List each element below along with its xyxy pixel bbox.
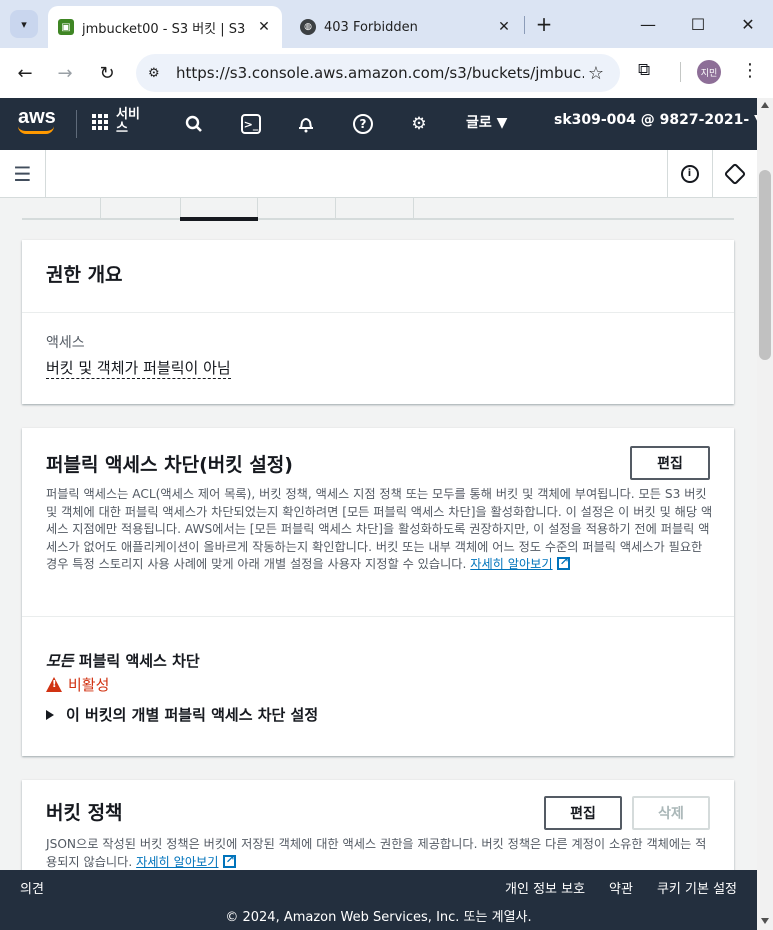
- globe-icon: ◍: [300, 19, 316, 35]
- minimize-icon[interactable]: —: [634, 10, 662, 38]
- delete-bucket-policy-button[interactable]: 삭제: [632, 796, 710, 830]
- feedback-link[interactable]: 의견: [20, 878, 44, 897]
- block-all-emphasis: 모든: [46, 652, 74, 670]
- search-icon[interactable]: [182, 112, 206, 136]
- profile-avatar[interactable]: 지민: [697, 60, 721, 84]
- page-scrollbar[interactable]: [757, 98, 773, 930]
- external-link-icon: [222, 851, 236, 868]
- cookie-preferences-link[interactable]: 쿠키 기본 설정: [657, 878, 737, 897]
- copyright-text: © 2024, Amazon Web Services, Inc. 또는 계열사…: [225, 910, 532, 925]
- footer-links: 개인 정보 보호 약관 쿠키 기본 설정: [505, 878, 737, 897]
- block-public-access-title: 퍼블릭 액세스 차단(버킷 설정): [46, 454, 293, 476]
- info-panel-button[interactable]: i: [667, 150, 711, 197]
- console-footer: 의견 개인 정보 보호 약관 쿠키 기본 설정 © 2024, Amazon W…: [0, 870, 757, 930]
- back-arrow-icon[interactable]: ←: [12, 60, 38, 86]
- hamburger-menu-icon[interactable]: ☰: [0, 150, 46, 197]
- tab-divider: [413, 198, 414, 218]
- info-icon: i: [680, 164, 699, 183]
- services-menu-button[interactable]: 서비스: [92, 108, 142, 136]
- help-icon[interactable]: ?: [351, 112, 375, 136]
- region-selector[interactable]: 글로 ▼: [466, 112, 507, 132]
- scrollbar-thumb[interactable]: [759, 170, 771, 360]
- tab-title: 403 Forbidden: [324, 19, 418, 35]
- caret-right-icon: [46, 709, 54, 720]
- grid-icon: [92, 114, 108, 130]
- warning-icon: [46, 677, 62, 692]
- gear-icon[interactable]: ⚙: [407, 112, 431, 136]
- toolbar-separator: [680, 62, 681, 82]
- bucket-tabs-underline: [22, 198, 734, 221]
- url-input[interactable]: ⚙ https://s3.console.aws.amazon.com/s3/b…: [136, 54, 620, 92]
- close-window-icon[interactable]: ✕: [734, 10, 762, 38]
- block-public-access-card: 퍼블릭 액세스 차단(버킷 설정) 편집 퍼블릭 액세스는 ACL(액세스 제어…: [22, 428, 734, 756]
- aws-top-nav: aws 서비스 >_ ? ⚙ 글로 ▼ sk309-004 @ 9827-202…: [0, 98, 765, 150]
- address-bar-row: ← → ↻ ⚙ https://s3.console.aws.amazon.co…: [0, 48, 773, 98]
- access-value[interactable]: 버킷 및 객체가 퍼블릭이 아님: [46, 358, 231, 379]
- main-content: 권한 개요 액세스 버킷 및 객체가 퍼블릭이 아님 퍼블릭 액세스 차단(버킷…: [0, 198, 757, 870]
- terms-link[interactable]: 약관: [609, 878, 633, 897]
- tab-search-button[interactable]: ▾: [10, 10, 38, 38]
- learn-more-label: 자세히 알아보기: [136, 854, 219, 869]
- aws-logo[interactable]: aws: [18, 106, 60, 142]
- tab-divider: [100, 198, 101, 218]
- url-text: https://s3.console.aws.amazon.com/s3/buc…: [176, 64, 584, 82]
- block-all-title: 모든 퍼블릭 액세스 차단: [46, 650, 200, 671]
- bucket-policy-title: 버킷 정책: [46, 802, 123, 824]
- individual-settings-expander[interactable]: 이 버킷의 개별 퍼블릭 액세스 차단 설정: [46, 704, 318, 725]
- maximize-icon[interactable]: ☐: [684, 10, 712, 38]
- cloudshell-panel-button[interactable]: [712, 150, 756, 197]
- tab-title: jmbucket00 - S3 버킷 | S3: [82, 21, 246, 37]
- block-public-access-description: 퍼블릭 액세스는 ACL(액세스 제어 목록), 버킷 정책, 액세스 지점 정…: [46, 486, 714, 574]
- status-text: 비활성: [68, 676, 110, 694]
- cloudshell-icon[interactable]: >_: [239, 112, 263, 136]
- new-tab-icon[interactable]: +: [532, 12, 556, 36]
- learn-more-link[interactable]: 자세히 알아보기: [136, 851, 236, 869]
- card-divider: [22, 312, 734, 313]
- active-tab-indicator: [180, 217, 258, 221]
- hexagon-icon: [723, 162, 746, 185]
- console-subbar: ☰ i: [0, 150, 757, 198]
- tab-divider: [180, 198, 181, 218]
- close-tab-icon[interactable]: ✕: [254, 17, 274, 37]
- learn-more-link[interactable]: 자세히 알아보기: [470, 553, 570, 572]
- description-text: 퍼블릭 액세스는 ACL(액세스 제어 목록), 버킷 정책, 액세스 지점 정…: [46, 487, 713, 572]
- external-link-icon: [556, 553, 570, 571]
- aws-logo-text: aws: [18, 106, 56, 128]
- reload-icon[interactable]: ↻: [94, 60, 120, 86]
- s3-favicon-icon: ▣: [58, 19, 74, 35]
- browser-tab-forbidden[interactable]: ◍ 403 Forbidden ✕: [290, 6, 522, 48]
- privacy-link[interactable]: 개인 정보 보호: [505, 878, 585, 897]
- learn-more-label: 자세히 알아보기: [470, 557, 553, 572]
- bell-icon[interactable]: [294, 112, 318, 136]
- permissions-overview-title: 권한 개요: [46, 264, 123, 286]
- tab-divider: [335, 198, 336, 218]
- edit-bucket-policy-button[interactable]: 편집: [544, 796, 622, 830]
- site-info-icon[interactable]: ⚙: [148, 66, 166, 81]
- scroll-down-icon[interactable]: [761, 918, 769, 924]
- extensions-icon[interactable]: ⧉: [638, 60, 650, 80]
- block-all-rest: 퍼블릭 액세스 차단: [73, 652, 200, 670]
- nav-divider: [76, 110, 77, 138]
- card-divider: [22, 616, 734, 617]
- edit-block-public-access-button[interactable]: 편집: [630, 446, 710, 480]
- tab-separator: [524, 16, 525, 34]
- browser-tab-s3[interactable]: ▣ jmbucket00 - S3 버킷 | S3 ✕: [48, 6, 282, 48]
- bookmark-star-icon[interactable]: ☆: [584, 63, 608, 84]
- access-label: 액세스: [46, 335, 85, 351]
- browser-menu-icon[interactable]: ⋮: [740, 60, 760, 81]
- status-badge: 비활성: [46, 674, 109, 695]
- services-label: 서비스: [116, 107, 140, 136]
- browser-tab-strip: ▾ ▣ jmbucket00 - S3 버킷 | S3 ✕ ◍ 403 Forb…: [0, 0, 773, 48]
- expander-label: 이 버킷의 개별 퍼블릭 액세스 차단 설정: [66, 706, 319, 724]
- bucket-policy-card: 버킷 정책 편집 삭제 JSON으로 작성된 버킷 정책은 버킷에 저장된 객체…: [22, 780, 734, 870]
- tab-divider: [257, 198, 258, 218]
- bucket-policy-description: JSON으로 작성된 버킷 정책은 버킷에 저장된 객체에 대한 액세스 권한을…: [46, 836, 714, 870]
- account-menu[interactable]: sk309-004 @ 9827-2021- ▼: [554, 112, 765, 128]
- close-tab-icon[interactable]: ✕: [494, 17, 514, 37]
- permissions-overview-card: 권한 개요 액세스 버킷 및 객체가 퍼블릭이 아님: [22, 240, 734, 404]
- scroll-up-icon[interactable]: [761, 102, 769, 108]
- forward-arrow-icon[interactable]: →: [52, 60, 78, 86]
